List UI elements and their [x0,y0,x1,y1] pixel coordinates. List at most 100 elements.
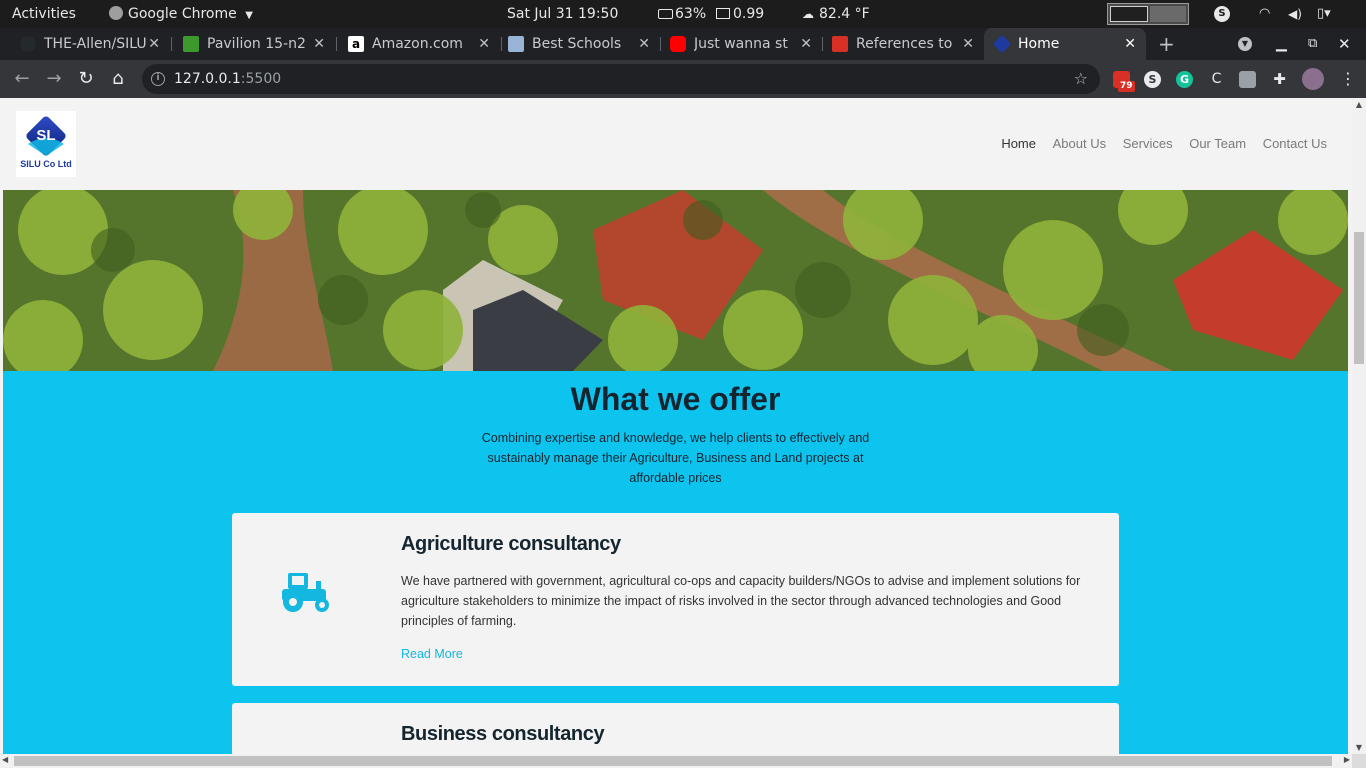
battery-percent: 63% [675,6,707,22]
close-window-button[interactable]: ✕ [1338,28,1351,60]
floppy-icon [183,36,199,52]
minimize-button[interactable]: ▁ [1276,28,1287,60]
monitor-icon [716,8,730,19]
activities-button[interactable]: Activities [12,0,76,28]
battery-icon [658,9,673,19]
url-text[interactable]: 127.0.0.1:5500 [174,64,281,94]
weather-value: 82.4 °F [819,6,870,22]
extension-badge: 79 [1118,81,1135,92]
card-title: Business consultancy [401,723,605,745]
back-arrow-icon[interactable]: ← [10,60,34,98]
forward-arrow-icon[interactable]: → [42,60,66,98]
nav-link-our-team[interactable]: Our Team [1189,136,1246,151]
horizontal-scroll-thumb[interactable] [14,756,1332,766]
tab-best-schools[interactable]: Best Schools I ✕ [498,28,660,60]
scroll-up-arrow-icon[interactable]: ▲ [1352,100,1366,109]
tab-pavilion[interactable]: Pavilion 15-n2 ✕ [173,28,335,60]
tab-title: Best Schools I [532,36,626,52]
close-icon[interactable]: ✕ [962,28,974,60]
bookmark-star-icon[interactable]: ☆ [1074,64,1088,94]
close-icon[interactable]: ✕ [1124,28,1136,60]
home-icon[interactable]: ⌂ [106,60,130,98]
grammarly-extension-icon[interactable]: G [1176,71,1193,88]
tab-title: THE-Allen/SILU [44,36,147,52]
scrollbar-corner [1352,754,1366,768]
kebab-menu-icon[interactable]: ⋮ [1340,60,1356,98]
tab-amazon[interactable]: a Amazon.com ✕ [338,28,500,60]
site-info-icon[interactable]: i [151,72,165,86]
nav-link-home[interactable]: Home [1001,136,1036,151]
tab-title: Amazon.com [372,36,463,52]
nav-link-contact-us[interactable]: Contact Us [1263,136,1327,151]
app-name: Google Chrome [128,6,237,22]
code-extension-icon[interactable]: C [1208,71,1225,88]
page-viewport: SL SILU Co Ltd Home About Us Services Ou… [0,98,1352,754]
tab-home-active[interactable]: Home ✕ [984,28,1146,60]
reload-icon[interactable]: ↻ [74,60,98,98]
card-title: Agriculture consultancy [401,533,621,555]
tab-title: Just wanna st [694,36,788,52]
tab-title: Pavilion 15-n2 [207,36,306,52]
horizontal-scrollbar[interactable]: ◀ ▶ [0,754,1352,768]
tab-title: Home [1018,36,1060,52]
workspace-1[interactable] [1110,6,1148,22]
url-port: :5500 [240,71,282,87]
tab-title: References to [856,36,952,52]
load-indicator[interactable]: 0.99 [716,0,764,28]
chevron-down-icon: ▼ [245,10,253,21]
maximize-button[interactable]: ⧉ [1308,28,1317,60]
aerial-houses-illustration [3,190,1348,371]
tab-references[interactable]: References to ✕ [822,28,984,60]
close-icon[interactable]: ✕ [638,28,650,60]
load-value: 0.99 [733,6,765,22]
scroll-left-arrow-icon[interactable]: ◀ [2,755,8,764]
card-body: We have partnered with government, agric… [401,574,1081,628]
browser-toolbar: ← → ↻ ⌂ i 127.0.0.1:5500 ☆ 79 S G C ✚ ⋮ [0,60,1366,98]
skype-extension-icon[interactable]: S [1144,71,1161,88]
nav-link-services[interactable]: Services [1123,136,1173,151]
tab-search-button[interactable]: ▼ [1238,37,1252,51]
chrome-app-icon [109,6,123,20]
logo-company-name: SILU Co Ltd [20,159,72,169]
new-tab-button[interactable]: + [1158,28,1175,60]
volume-icon[interactable]: ◀) [1288,0,1302,28]
skype-tray-icon[interactable]: S [1214,6,1230,22]
puzzle-extensions-icon[interactable]: ✚ [1271,71,1288,88]
references-icon [832,36,848,52]
scroll-down-arrow-icon[interactable]: ▼ [1352,743,1366,752]
section-heading: What we offer [570,381,781,417]
site-logo[interactable]: SL SILU Co Ltd [16,111,76,177]
vertical-scroll-thumb[interactable] [1354,232,1364,364]
reader-extension-icon[interactable] [1239,71,1256,88]
workspace-switcher[interactable] [1107,3,1189,25]
weather-indicator[interactable]: ☁ 82.4 °F [802,0,870,28]
profile-avatar[interactable] [1302,68,1324,90]
url-host: 127.0.0.1 [174,71,241,87]
section-subtitle: Combining expertise and knowledge, we he… [481,431,870,485]
battery-indicator[interactable]: 63% [658,0,706,28]
tab-divider [171,37,172,51]
read-more-link[interactable]: Read More [401,647,463,661]
close-icon[interactable]: ✕ [148,28,160,60]
nav-link-about-us[interactable]: About Us [1053,136,1106,151]
wifi-icon[interactable]: ◠ [1259,0,1270,28]
vertical-scrollbar[interactable]: ▲ ▼ [1352,98,1366,754]
github-icon [20,36,36,52]
main-navigation: Home About Us Services Our Team Contact … [988,136,1327,151]
clock[interactable]: Sat Jul 31 19:50 [507,0,618,28]
tab-youtube[interactable]: Just wanna st ✕ [660,28,822,60]
tractor-icon [282,573,329,612]
close-icon[interactable]: ✕ [313,28,325,60]
close-icon[interactable]: ✕ [800,28,812,60]
close-icon[interactable]: ✕ [478,28,490,60]
youtube-icon [670,36,686,52]
school-icon [508,36,524,52]
tab-github[interactable]: THE-Allen/SILU ✕ [10,28,170,60]
power-icon[interactable]: ▯▾ [1317,0,1331,28]
address-bar[interactable]: i 127.0.0.1:5500 ☆ [142,64,1100,94]
service-card-business: Business consultancy [232,703,1119,754]
app-menu[interactable]: Google Chrome ▼ [109,0,253,28]
cloud-icon: ☁ [802,7,814,21]
workspace-2[interactable] [1150,6,1186,22]
scroll-right-arrow-icon[interactable]: ▶ [1344,755,1350,764]
